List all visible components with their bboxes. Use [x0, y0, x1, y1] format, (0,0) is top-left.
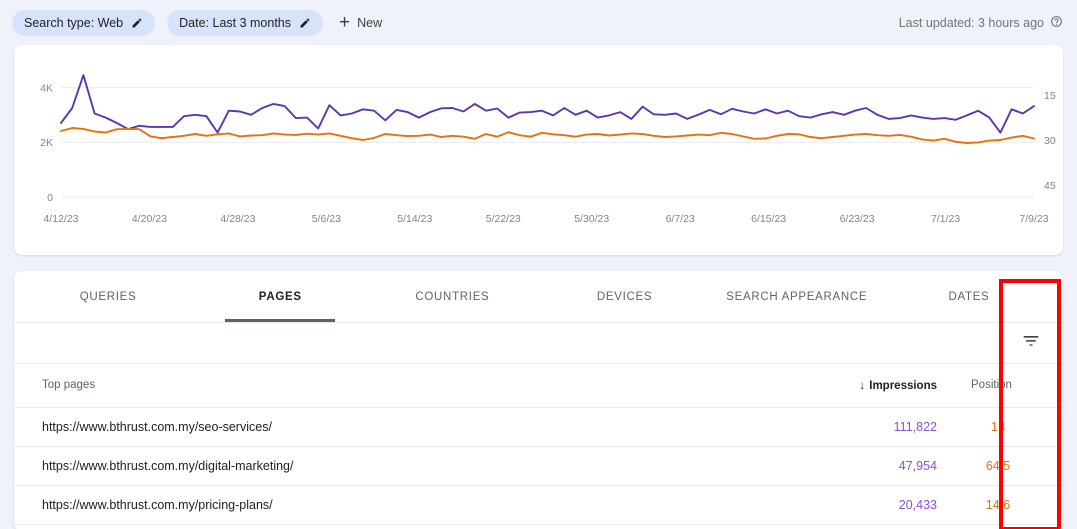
chip-date-range-label: Date: Last 3 months	[179, 15, 292, 30]
y-axis-tick-left: 2K	[40, 137, 53, 149]
table-header-row: Top pages ↓ Impressions Position	[14, 364, 1063, 408]
column-header-impressions[interactable]: ↓ Impressions	[774, 364, 959, 408]
filter-bar: Search type: Web Date: Last 3 months + N…	[0, 0, 1077, 45]
x-axis-tick: 5/22/23	[486, 213, 521, 225]
chip-date-range[interactable]: Date: Last 3 months	[167, 9, 324, 36]
pencil-icon[interactable]	[131, 17, 143, 29]
table-head: Top pages ↓ Impressions Position	[14, 364, 1063, 408]
performance-line-chart[interactable]: 0 2K 4K 15 30 45 4/12/23 4/20/23 4/28/23 5/6/23 5/…	[14, 45, 1063, 255]
y-axis-tick-right: 45	[1044, 180, 1056, 192]
tab-label: SEARCH APPEARANCE	[726, 290, 868, 303]
x-axis-tick: 4/12/23	[43, 213, 78, 225]
x-axis-tick: 5/30/23	[574, 213, 609, 225]
impressions-value: 47,954	[774, 446, 959, 486]
tab-countries[interactable]: COUNTRIES	[366, 271, 538, 322]
last-updated: Last updated: 3 hours ago	[899, 15, 1063, 31]
chart-area[interactable]: 0 2K 4K 15 30 45 4/12/23 4/20/23 4/28/23 5/6/23 5/…	[14, 45, 1063, 255]
tab-devices[interactable]: DEVICES	[539, 271, 711, 322]
plus-icon: +	[339, 12, 351, 33]
filter-icon[interactable]	[1021, 331, 1041, 356]
column-header-position-label: Position	[971, 379, 1012, 392]
table-row[interactable]: https://www.bthrust.com.my/pricing-plans…	[14, 485, 1063, 525]
tab-pages[interactable]: PAGES	[194, 271, 366, 322]
page-url[interactable]: https://www.bthrust.com.my/pricing-plans…	[14, 485, 774, 525]
x-axis-tick: 7/1/23	[931, 213, 960, 225]
top-pages-table: Top pages ↓ Impressions Position https://…	[14, 364, 1063, 525]
x-axis-tick: 6/23/23	[840, 213, 875, 225]
data-table-card: QUERIES PAGES COUNTRIES DEVICES SEARCH APPEA…	[14, 271, 1063, 529]
pencil-icon[interactable]	[299, 17, 311, 29]
add-new-filter-label: New	[357, 15, 383, 30]
page-url[interactable]: https://www.bthrust.com.my/seo-services/	[14, 407, 774, 447]
x-axis-tick: 5/14/23	[397, 213, 432, 225]
y-axis-tick-left: 4K	[40, 82, 53, 94]
x-axis-tick: 4/28/23	[220, 213, 255, 225]
tab-label: COUNTRIES	[415, 290, 490, 303]
table-toolbar	[14, 323, 1063, 364]
dimension-tabs[interactable]: QUERIES PAGES COUNTRIES DEVICES SEARCH APPEA…	[14, 271, 1063, 323]
y-axis-tick-right: 30	[1044, 135, 1056, 147]
page-url[interactable]: https://www.bthrust.com.my/digital-marke…	[14, 446, 774, 486]
last-updated-label: Last updated: 3 hours ago	[898, 15, 1044, 30]
add-new-filter-button[interactable]: + New	[335, 10, 390, 36]
tab-label: DATES	[948, 290, 990, 303]
tab-queries[interactable]: QUERIES	[22, 271, 194, 322]
sort-descending-icon: ↓	[859, 378, 866, 393]
column-header-top-pages[interactable]: Top pages	[14, 364, 774, 408]
table-row[interactable]: https://www.bthrust.com.my/seo-services/…	[14, 407, 1063, 447]
column-header-top-pages-label: Top pages	[42, 379, 96, 392]
position-value: 13	[959, 407, 1063, 447]
tab-label: DEVICES	[596, 290, 653, 303]
chip-search-type-label: Search type: Web	[24, 15, 124, 30]
impressions-value: 111,822	[774, 407, 959, 447]
tab-label: PAGES	[258, 290, 302, 303]
series-line-position	[60, 127, 1035, 144]
series-line-impressions	[60, 74, 1035, 134]
position-value: 64.5	[959, 446, 1063, 486]
tab-dates[interactable]: DATES	[883, 271, 1055, 322]
help-circle-icon[interactable]	[1050, 15, 1063, 31]
x-axis-tick: 6/15/23	[751, 213, 786, 225]
column-header-impressions-label: Impressions	[869, 380, 937, 393]
table-body: https://www.bthrust.com.my/seo-services/…	[14, 407, 1063, 525]
x-axis-tick: 4/20/23	[132, 213, 167, 225]
performance-chart-card: 0 2K 4K 15 30 45 4/12/23 4/20/23 4/28/23 5/6/23 5/…	[14, 45, 1063, 255]
x-axis-tick: 6/7/23	[666, 213, 695, 225]
column-header-position[interactable]: Position	[959, 364, 1063, 408]
chip-search-type[interactable]: Search type: Web	[12, 9, 156, 36]
y-axis-tick-right: 15	[1044, 90, 1056, 102]
table-row[interactable]: https://www.bthrust.com.my/digital-marke…	[14, 446, 1063, 486]
tab-search-appearance[interactable]: SEARCH APPEARANCE	[711, 271, 883, 322]
y-axis-tick-left: 0	[47, 192, 53, 204]
x-axis-tick: 7/9/23	[1019, 213, 1048, 225]
position-value: 14.6	[959, 485, 1063, 525]
tab-label: QUERIES	[79, 290, 137, 303]
impressions-value: 20,433	[774, 485, 959, 525]
x-axis-tick: 5/6/23	[312, 213, 341, 225]
